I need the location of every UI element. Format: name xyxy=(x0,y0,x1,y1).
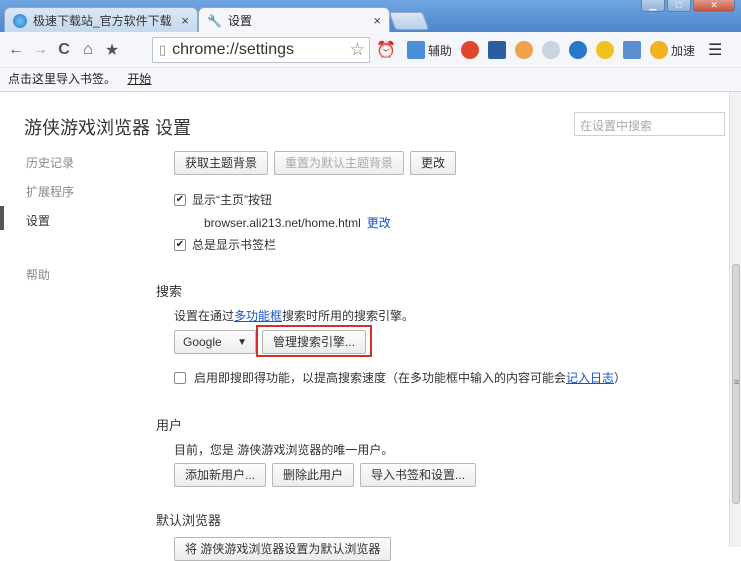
start-link[interactable]: 开始 xyxy=(127,72,151,86)
users-section-title: 用户 xyxy=(156,418,183,433)
always-bookmarks-checkbox[interactable]: ✔ xyxy=(174,238,186,251)
bookmarks-bar: 点击这里导入书签。 开始 xyxy=(0,68,741,92)
get-theme-button[interactable]: 获取主题背景 xyxy=(174,151,269,175)
blue-square-extension-icon[interactable] xyxy=(487,41,506,59)
user-buttons: 添加新用户... 删除此用户 导入书签和设置... xyxy=(174,463,477,487)
log-link[interactable]: 记入日志 xyxy=(566,369,614,386)
nav-history[interactable]: 历史记录 xyxy=(26,154,74,183)
tab-close-icon[interactable]: × xyxy=(373,13,381,28)
maximize-button[interactable]: □ xyxy=(667,0,691,12)
address-bar[interactable]: ▯ chrome://settings ☆ xyxy=(152,37,370,63)
active-nav-indicator xyxy=(0,206,4,230)
window-controls: ▁ □ ✕ xyxy=(641,0,735,12)
tab-label: 设置 xyxy=(227,14,252,28)
settings-nav: 历史记录 扩展程序 设置 帮助 xyxy=(26,154,74,295)
new-tab-button[interactable] xyxy=(388,12,430,30)
show-home-row: ✔ 显示“主页”按钮 xyxy=(174,191,272,208)
omnibox-link[interactable]: 多功能框 xyxy=(234,307,282,324)
highlight-box xyxy=(256,325,372,357)
home-url: browser.ali213.net/home.html xyxy=(204,215,361,230)
browser-toolbar: ← → C ⌂ ★ ▯ chrome://settings ☆ ⏰ 辅助 加速 … xyxy=(0,32,741,68)
assist-extension-icon[interactable] xyxy=(406,41,425,59)
instant-suffix: ） xyxy=(614,371,627,385)
instant-row: 启用即搜即得功能，以提高搜索速度（在多功能框中输入的内容可能会 记入日志 ） xyxy=(174,369,626,386)
reload-icon[interactable]: C xyxy=(52,41,76,59)
tab-label: 极速下载站_官方软件下载 xyxy=(33,14,172,28)
import-bookmarks-button[interactable]: 导入书签和设置... xyxy=(360,463,477,487)
wand-extension-icon[interactable] xyxy=(541,41,560,59)
default-browser-title: 默认浏览器 xyxy=(156,513,222,528)
wrench-icon: 🔧 xyxy=(207,13,222,28)
alarm-icon[interactable]: ⏰ xyxy=(376,40,396,60)
search-desc-suffix: 搜索时所用的搜索引擎。 xyxy=(282,309,415,323)
settings-search-input[interactable]: 在设置中搜索 xyxy=(574,112,725,136)
face-extension-icon[interactable] xyxy=(514,41,533,59)
home-url-row: browser.ali213.net/home.html 更改 xyxy=(204,214,391,231)
nav-settings[interactable]: 设置 xyxy=(26,212,74,241)
instant-label: 启用即搜即得功能，以提高搜索速度（在多功能框中输入的内容可能会 xyxy=(194,371,567,385)
scrollbar[interactable]: ≡ xyxy=(729,92,741,547)
show-home-label: 显示“主页”按钮 xyxy=(192,193,272,207)
speedup-label[interactable]: 加速 xyxy=(671,42,695,59)
search-engine-value: Google xyxy=(183,335,222,349)
tab-close-icon[interactable]: × xyxy=(181,13,189,28)
lightning-icon[interactable] xyxy=(649,41,668,59)
home-icon[interactable]: ⌂ xyxy=(76,41,100,59)
show-home-checkbox[interactable]: ✔ xyxy=(174,193,186,206)
reset-theme-button[interactable]: 重置为默认主题背景 xyxy=(274,151,405,175)
page-icon: ▯ xyxy=(159,42,167,57)
nav-help[interactable]: 帮助 xyxy=(26,266,74,295)
default-browser-row: 将 游侠游戏浏览器设置为默认浏览器 xyxy=(174,537,392,561)
dropdown-arrow-icon: ▼ xyxy=(237,336,247,348)
users-desc: 目前，您是 游侠游戏浏览器的唯一用户。 xyxy=(174,443,394,457)
assist-label[interactable]: 辅助 xyxy=(428,42,452,59)
nav-extensions[interactable]: 扩展程序 xyxy=(26,183,74,212)
volume-extension-icon[interactable] xyxy=(595,41,614,59)
bookmark-star-icon[interactable]: ★ xyxy=(100,40,124,60)
grip-icon: ≡ xyxy=(734,377,740,387)
scrollbar-thumb[interactable]: ≡ xyxy=(732,264,740,504)
extensions-area: ⏰ 辅助 加速 ☰ xyxy=(376,40,722,60)
search-desc-prefix: 设置在通过 xyxy=(174,309,235,323)
forward-icon[interactable]: → xyxy=(28,41,52,59)
tab-settings[interactable]: 🔧 设置 × xyxy=(198,7,390,33)
url-text[interactable]: chrome://settings xyxy=(172,41,294,59)
instant-checkbox[interactable] xyxy=(174,371,186,384)
theme-buttons: 获取主题背景 重置为默认主题背景 更改 xyxy=(174,151,457,175)
home-change-link[interactable]: 更改 xyxy=(367,214,391,231)
title-bar: 极速下载站_官方软件下载 × 🔧 设置 × ▁ □ ✕ xyxy=(0,0,741,33)
always-bookmarks-label: 总是显示书签栏 xyxy=(192,238,277,252)
globe-extension-icon[interactable] xyxy=(568,41,587,59)
set-default-browser-button[interactable]: 将 游侠游戏浏览器设置为默认浏览器 xyxy=(174,537,392,561)
screen-extension-icon[interactable] xyxy=(622,41,641,59)
minimize-button[interactable]: ▁ xyxy=(641,0,665,12)
star-icon[interactable]: ☆ xyxy=(350,40,365,60)
delete-user-button[interactable]: 删除此用户 xyxy=(272,463,355,487)
add-user-button[interactable]: 添加新用户... xyxy=(174,463,267,487)
search-section-title: 搜索 xyxy=(156,284,183,299)
tab-download-site[interactable]: 极速下载站_官方软件下载 × xyxy=(4,7,198,33)
always-bookmarks-row: ✔ 总是显示书签栏 xyxy=(174,236,276,253)
settings-page: 游侠游戏浏览器 设置 在设置中搜索 历史记录 扩展程序 设置 帮助 获取主题背景… xyxy=(0,92,741,561)
back-icon[interactable]: ← xyxy=(4,41,28,59)
search-engine-select[interactable]: Google ▼ xyxy=(174,330,256,354)
import-bookmarks-prompt: 点击这里导入书签。 xyxy=(8,72,117,86)
red-circle-extension-icon[interactable] xyxy=(460,41,479,59)
change-theme-button[interactable]: 更改 xyxy=(410,151,457,175)
page-title: 游侠游戏浏览器 设置 xyxy=(24,118,192,138)
menu-icon[interactable]: ☰ xyxy=(708,40,722,60)
globe-icon xyxy=(13,13,27,28)
search-desc: 设置在通过 多功能框 搜索时所用的搜索引擎。 xyxy=(174,307,414,324)
close-window-button[interactable]: ✕ xyxy=(693,0,735,12)
